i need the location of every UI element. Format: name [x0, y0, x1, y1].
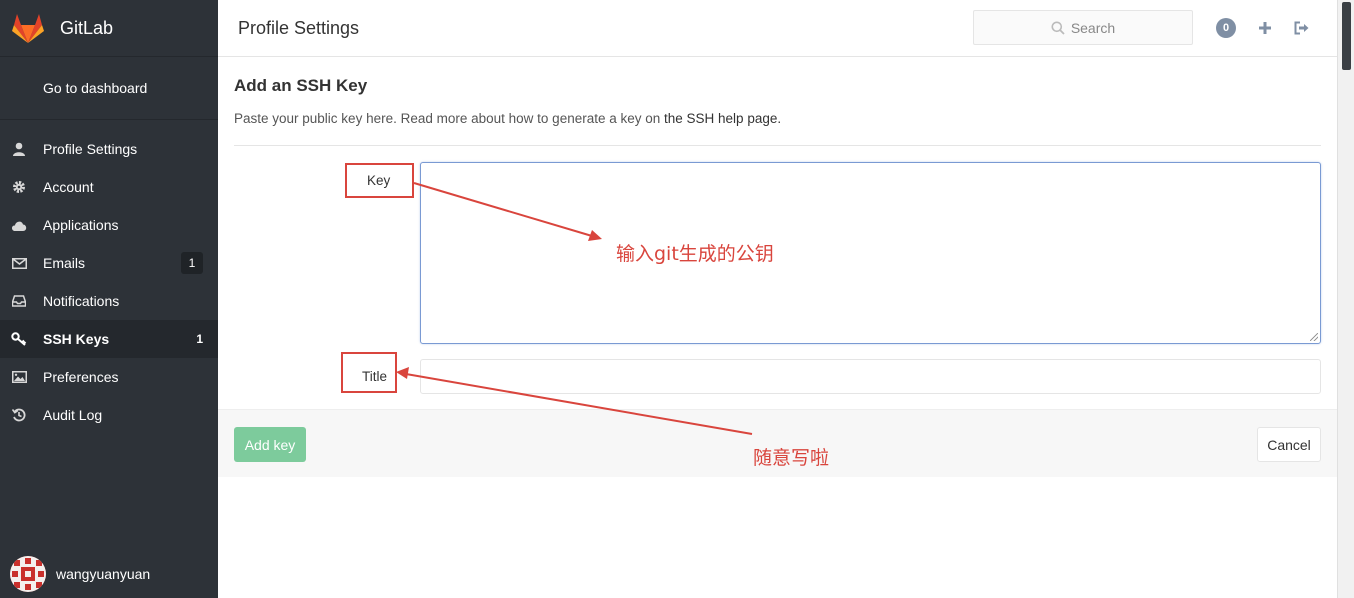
add-key-button[interactable]: Add key	[234, 427, 306, 462]
avatar	[10, 556, 46, 592]
go-to-dashboard-link[interactable]: Go to dashboard	[0, 57, 218, 120]
sidebar-item-label: Preferences	[43, 369, 119, 385]
sidebar-item-ssh-keys[interactable]: SSH Keys 1	[0, 320, 218, 358]
gitlab-logo-icon	[12, 14, 44, 43]
sign-out-button[interactable]	[1292, 18, 1312, 38]
description-text: Paste your public key here. Read more ab…	[234, 111, 665, 126]
sidebar-item-label: Account	[43, 179, 94, 195]
sign-out-icon	[1294, 21, 1309, 35]
sidebar-item-label: Notifications	[43, 293, 120, 309]
cancel-button[interactable]: Cancel	[1257, 427, 1321, 462]
form-heading: Add an SSH Key	[234, 76, 368, 95]
ssh-help-link[interactable]: the SSH help page.	[664, 111, 781, 126]
gear-icon	[10, 178, 28, 196]
resize-handle[interactable]	[1310, 333, 1318, 341]
sidebar-item-preferences[interactable]: Preferences	[0, 358, 218, 396]
username: wangyuanyuan	[56, 566, 151, 582]
image-icon	[10, 368, 28, 386]
sidebar-item-account[interactable]: Account	[0, 168, 218, 206]
sidebar-item-label: Emails	[43, 255, 86, 271]
search-placeholder: Search	[1070, 19, 1116, 36]
envelope-icon	[10, 254, 28, 272]
top-header: Profile Settings Search 0	[218, 0, 1337, 57]
brand-name: GitLab	[60, 17, 114, 38]
scrollbar-thumb[interactable]	[1342, 2, 1351, 70]
cloud-icon	[10, 216, 28, 234]
new-project-button[interactable]	[1255, 18, 1275, 38]
brand[interactable]: GitLab	[0, 0, 218, 57]
ssh-keys-count-badge: 1	[196, 332, 203, 346]
scrollbar[interactable]	[1337, 0, 1354, 598]
key-annotation-box	[345, 163, 414, 198]
key-annotation-text: 输入git生成的公钥	[616, 243, 774, 265]
inbox-icon	[10, 292, 28, 310]
sidebar-item-notifications[interactable]: Notifications	[0, 282, 218, 320]
sidebar-item-label: Applications	[43, 217, 119, 233]
sidebar-item-label: SSH Keys	[43, 331, 110, 347]
search-input[interactable]: Search	[973, 10, 1193, 45]
notification-count: 0	[1216, 18, 1236, 38]
sidebar-nav: Profile Settings Account Applications Em…	[0, 130, 218, 434]
title-annotation-text: 随意写啦	[753, 447, 830, 469]
sidebar: GitLab Go to dashboard Profile Settings …	[0, 0, 218, 598]
key-icon	[10, 330, 28, 348]
user-icon	[10, 140, 28, 158]
sidebar-item-profile-settings[interactable]: Profile Settings	[0, 130, 218, 168]
key-textarea[interactable]	[420, 162, 1321, 344]
divider	[234, 145, 1321, 146]
search-icon	[1051, 21, 1065, 35]
sidebar-item-emails[interactable]: Emails 1	[0, 244, 218, 282]
history-icon	[10, 406, 28, 424]
form-description: Paste your public key here. Read more ab…	[234, 111, 781, 126]
title-annotation-box	[341, 352, 397, 393]
emails-count-badge: 1	[181, 252, 203, 274]
sidebar-item-audit-log[interactable]: Audit Log	[0, 396, 218, 434]
title-input[interactable]	[420, 359, 1321, 394]
page-title: Profile Settings	[238, 18, 360, 38]
sidebar-item-label: Audit Log	[43, 407, 103, 423]
sidebar-item-applications[interactable]: Applications	[0, 206, 218, 244]
current-user[interactable]: wangyuanyuan	[0, 550, 218, 598]
plus-icon	[1259, 22, 1271, 34]
sidebar-item-label: Profile Settings	[43, 141, 138, 157]
notifications-badge[interactable]: 0	[1216, 18, 1236, 38]
